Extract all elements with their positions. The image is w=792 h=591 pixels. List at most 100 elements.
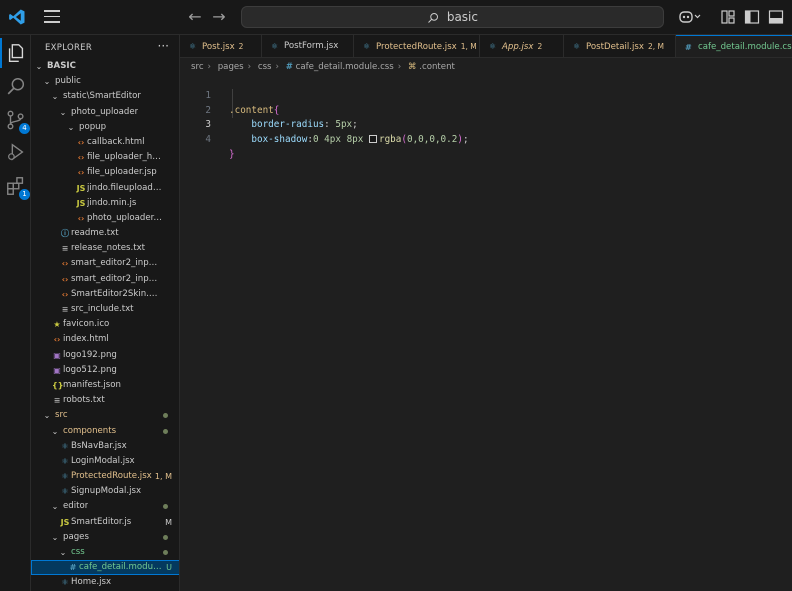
search-icon[interactable] [5, 76, 27, 98]
editor-tab[interactable]: ⚛ PostForm.jsx [262, 35, 354, 57]
tree-item-label: logo192.png [63, 349, 117, 360]
css-file-icon: # [69, 563, 77, 573]
file-row[interactable]: JSjindo.fileuploader.js [31, 181, 179, 196]
chevron-down-icon[interactable]: ⌄ [67, 120, 75, 135]
file-row[interactable]: ⚛ BsNavBar.jsx [31, 439, 179, 454]
file-row[interactable]: ‹›smart_editor2_inputarea.ht... [31, 272, 179, 287]
folder-row[interactable]: ⌄ src [31, 408, 179, 423]
file-row[interactable]: ▣ logo512.png [31, 363, 179, 378]
react-file-icon: ⚛ [61, 578, 69, 588]
git-status-badge: U [166, 563, 172, 573]
tab-label: PostForm.jsx [284, 41, 339, 51]
code-line[interactable]: 1 .content{ [180, 74, 792, 116]
run-debug-icon[interactable] [5, 141, 27, 163]
chevron-down-icon[interactable]: ⌄ [43, 74, 51, 89]
chevron-down-icon[interactable]: ⌄ [51, 499, 59, 514]
tree-item-label: release_notes.txt [71, 243, 146, 254]
editor-tab[interactable]: ⚛ ProtectedRoute.jsx 1, M [354, 35, 480, 57]
source-control-badge: 4 [19, 123, 30, 134]
file-row[interactable]: ⚛ ProtectedRoute.jsx 1, M [31, 469, 179, 484]
explorer-title: EXPLORER [45, 43, 93, 53]
file-row[interactable]: ⚛ SignupModal.jsx [31, 484, 179, 499]
breadcrumb-item[interactable]: .content [419, 62, 455, 72]
editor-tab[interactable]: # cafe_detail.module.css [676, 35, 792, 57]
folder-row[interactable]: ⌄ components [31, 424, 179, 439]
file-row[interactable]: ⓘ readme.txt [31, 226, 179, 241]
file-row[interactable]: ⚛ LoginModal.jsx [31, 454, 179, 469]
chevron-down-icon[interactable]: ⌄ [59, 545, 67, 560]
breadcrumb-item[interactable]: css [258, 62, 272, 72]
folder-row[interactable]: ⌄ public [31, 74, 179, 89]
react-file-icon: ⚛ [189, 42, 197, 51]
folder-row[interactable]: ⌄ pages [31, 530, 179, 545]
file-row[interactable]: ‹› SmartEditor2Skin.html [31, 287, 179, 302]
file-row[interactable]: ≡ release_notes.txt [31, 241, 179, 256]
command-center-search[interactable]: basic [241, 6, 664, 28]
file-row[interactable]: ▣ logo192.png [31, 348, 179, 363]
editor-tab[interactable]: ⚛ Post.jsx 2 [180, 35, 262, 57]
tab-problem-badge: 2, M [647, 42, 664, 51]
file-row[interactable]: ≡ robots.txt [31, 393, 179, 408]
color-swatch-icon[interactable] [368, 135, 377, 144]
editor-tab[interactable]: ⚛ PostDetail.jsx 2, M [564, 35, 676, 57]
git-changes-dot [163, 413, 168, 419]
chevron-down-icon[interactable]: ⌄ [43, 408, 51, 423]
tree-item-label: components [63, 425, 117, 436]
file-row[interactable]: {} manifest.json [31, 378, 179, 393]
code-line[interactable]: 4 } [180, 118, 792, 160]
breadcrumb-item[interactable]: cafe_detail.module.css [296, 62, 394, 72]
tree-item-label: popup [79, 121, 107, 132]
vscode-logo-icon[interactable] [8, 8, 26, 26]
chevron-down-icon[interactable]: ⌄ [51, 530, 59, 545]
file-row[interactable]: ‹›photo_uploader.html [31, 211, 179, 226]
html-file-icon: ‹› [61, 274, 69, 284]
breadcrumb-item[interactable]: pages [218, 62, 244, 72]
explorer-icon[interactable] [0, 38, 27, 68]
file-row[interactable]: ‹›smart_editor2_inputarea_i... [31, 256, 179, 271]
folder-row[interactable]: ⌄ static\SmartEditor [31, 89, 179, 104]
source-control-icon[interactable]: 4 [5, 109, 30, 134]
folder-row[interactable]: ⌄ photo_uploader [31, 105, 179, 120]
text-file-icon: ≡ [61, 244, 69, 254]
folder-row[interactable]: ⌄ popup [31, 120, 179, 135]
file-row[interactable]: ‹› index.html [31, 332, 179, 347]
folder-row[interactable]: ⌄ css [31, 545, 179, 560]
menu-icon[interactable] [44, 10, 60, 24]
layout-icon[interactable] [720, 9, 736, 25]
html-file-icon: ‹› [77, 168, 85, 178]
code-line[interactable]: 2 border-radius: 5px; [180, 89, 792, 131]
more-actions-button[interactable]: ··· [158, 39, 169, 53]
file-row[interactable]: ⚛ Home.jsx [31, 575, 179, 590]
toggle-sidebar-icon[interactable] [744, 9, 760, 25]
file-row[interactable]: ‹› callback.html [31, 135, 179, 150]
file-row[interactable]: JS jindo.min.js [31, 196, 179, 211]
file-row[interactable]: #cafe_detail.module.c... U [31, 560, 179, 576]
tree-item-label: src_include.txt [71, 304, 134, 314]
file-row[interactable]: ★ favicon.ico [31, 317, 179, 332]
extensions-icon[interactable]: 1 [5, 175, 30, 200]
chevron-down-icon[interactable]: ⌄ [51, 424, 59, 439]
breadcrumb-item[interactable]: src [191, 62, 204, 72]
chevron-down-icon[interactable]: ⌄ [59, 105, 67, 120]
favicon-file-icon: ★ [53, 320, 61, 330]
react-file-icon: ⚛ [573, 42, 581, 51]
chevron-down-icon[interactable]: ⌄ [51, 89, 59, 104]
editor-tab[interactable]: ⚛ App.jsx 2 [480, 35, 564, 57]
tree-item-label: callback.html [87, 136, 145, 147]
file-row[interactable]: ≡ src_include.txt [31, 302, 179, 317]
code-editor[interactable]: 1 .content{ 2 border-radius: 5px; 3 box-… [180, 74, 792, 591]
file-row[interactable]: ‹› file_uploader.jsp [31, 165, 179, 180]
html-file-icon: ‹› [77, 153, 85, 163]
chevron-down-icon[interactable]: ⌄ [35, 59, 43, 74]
toggle-panel-icon[interactable] [768, 9, 784, 25]
back-arrow-icon[interactable]: ← [186, 8, 204, 26]
folder-row[interactable]: ⌄ BASIC [31, 59, 179, 74]
git-status-badge: M [165, 517, 172, 527]
copilot-icon[interactable] [678, 9, 702, 25]
forward-arrow-icon[interactable]: → [210, 8, 228, 26]
tree-item-label: pages [63, 531, 89, 542]
file-row[interactable]: JS SmartEditor.js M [31, 515, 179, 530]
file-row[interactable]: ‹›file_uploader_html5.jsp [31, 150, 179, 165]
code-line-current[interactable]: 3 box-shadow:0 4px 8px rgba(0,0,0,0.2); [180, 104, 792, 145]
folder-row[interactable]: ⌄ editor [31, 499, 179, 514]
